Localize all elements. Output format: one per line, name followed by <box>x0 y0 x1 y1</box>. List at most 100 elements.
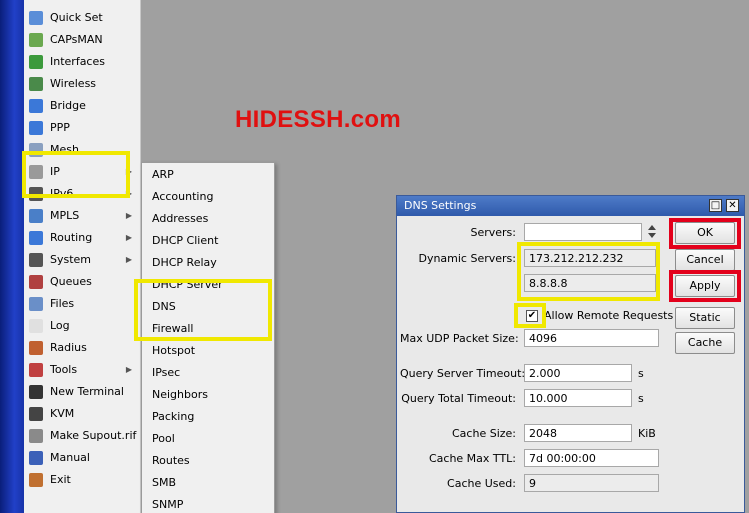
sidebar-item-label: CAPsMAN <box>50 33 103 46</box>
query-server-timeout-input[interactable]: 2.000 <box>524 364 632 382</box>
submenu-item-label: SMB <box>152 476 177 489</box>
sidebar-item-tools[interactable]: Tools ▶ <box>24 359 140 381</box>
submenu-item-label: IPsec <box>152 366 181 379</box>
submenu-item-ipsec[interactable]: IPsec <box>142 362 274 384</box>
mpls-icon <box>29 209 43 223</box>
query-total-timeout-input[interactable]: 10.000 <box>524 389 632 407</box>
restore-icon[interactable]: □ <box>709 199 722 212</box>
static-button[interactable]: Static <box>675 307 735 329</box>
spin-up-icon[interactable] <box>648 225 656 230</box>
query-server-timeout-label: Query Server Timeout: <box>400 367 526 380</box>
sidebar-item-label: Files <box>50 297 75 310</box>
ip-highlight-box <box>22 151 130 198</box>
sidebar-item-routing[interactable]: Routing ▶ <box>24 227 140 249</box>
sidebar-item-ppp[interactable]: PPP <box>24 117 140 139</box>
sidebar-item-quick-set[interactable]: Quick Set <box>24 7 140 29</box>
dialog-title-bar[interactable]: DNS Settings □ ✕ <box>397 196 744 216</box>
submenu-item-label: Pool <box>152 432 175 445</box>
main-sidebar: Quick Set CAPsMAN Interfaces Wireless Bridge… <box>24 0 141 513</box>
submenu-item-arp[interactable]: ARP <box>142 164 274 186</box>
submenu-item-label: DHCP Client <box>152 234 219 247</box>
submenu-item-label: Neighbors <box>152 388 208 401</box>
winbox-desktop: Quick Set CAPsMAN Interfaces Wireless Bridge… <box>0 0 749 513</box>
sidebar-item-label: PPP <box>50 121 70 134</box>
sidebar-item-label: KVM <box>50 407 75 420</box>
bridge-icon <box>29 99 43 113</box>
routing-icon <box>29 231 43 245</box>
supout-icon <box>29 429 43 443</box>
sidebar-item-kvm[interactable]: KVM <box>24 403 140 425</box>
submenu-item-routes[interactable]: Routes <box>142 450 274 472</box>
servers-input[interactable] <box>524 223 642 241</box>
sidebar-item-bridge[interactable]: Bridge <box>24 95 140 117</box>
ppp-icon <box>29 121 43 135</box>
sidebar-item-radius[interactable]: Radius <box>24 337 140 359</box>
sidebar-item-files[interactable]: Files <box>24 293 140 315</box>
sidebar-item-mpls[interactable]: MPLS ▶ <box>24 205 140 227</box>
sidebar-item-label: MPLS <box>50 209 80 222</box>
sidebar-item-interfaces[interactable]: Interfaces <box>24 51 140 73</box>
terminal-icon <box>29 385 43 399</box>
sidebar-item-exit[interactable]: Exit <box>24 469 140 491</box>
max-udp-input[interactable]: 4096 <box>524 329 659 347</box>
exit-icon <box>29 473 43 487</box>
submenu-item-hotspot[interactable]: Hotspot <box>142 340 274 362</box>
submenu-item-label: ARP <box>152 168 174 181</box>
queues-icon <box>29 275 43 289</box>
submenu-item-dhcp-client[interactable]: DHCP Client <box>142 230 274 252</box>
kvm-icon <box>29 407 43 421</box>
radius-icon <box>29 341 43 355</box>
submenu-arrow-icon: ▶ <box>125 233 132 242</box>
watermark-text: HIDESSH.com <box>235 106 402 133</box>
submenu-item-label: Hotspot <box>152 344 196 357</box>
sidebar-item-make-supout-rif[interactable]: Make Supout.rif <box>24 425 140 447</box>
sidebar-item-label: Bridge <box>50 99 86 112</box>
submenu-item-accounting[interactable]: Accounting <box>142 186 274 208</box>
sidebar-item-system[interactable]: System ▶ <box>24 249 140 271</box>
submenu-item-label: Routes <box>152 454 190 467</box>
sidebar-item-queues[interactable]: Queues <box>24 271 140 293</box>
cache-size-input[interactable]: 2048 <box>524 424 632 442</box>
tools-icon <box>29 363 43 377</box>
wireless-icon <box>29 77 43 91</box>
submenu-item-addresses[interactable]: Addresses <box>142 208 274 230</box>
dialog-title: DNS Settings <box>404 199 477 212</box>
sidebar-item-wireless[interactable]: Wireless <box>24 73 140 95</box>
ok-highlight-box <box>669 218 741 249</box>
submenu-item-label: Addresses <box>152 212 209 225</box>
submenu-item-neighbors[interactable]: Neighbors <box>142 384 274 406</box>
cancel-button[interactable]: Cancel <box>675 249 735 271</box>
submenu-item-packing[interactable]: Packing <box>142 406 274 428</box>
winbox-side-stripe <box>0 0 24 513</box>
submenu-item-snmp[interactable]: SNMP <box>142 494 274 513</box>
sidebar-item-manual[interactable]: Manual <box>24 447 140 469</box>
cache-button[interactable]: Cache <box>675 332 735 354</box>
dynamic-servers-label: Dynamic Servers: <box>418 252 516 265</box>
sidebar-item-log[interactable]: Log <box>24 315 140 337</box>
cache-max-ttl-label: Cache Max TTL: <box>428 452 516 465</box>
dynamic-servers-highlight-box <box>517 242 660 301</box>
submenu-arrow-icon: ▶ <box>125 365 132 374</box>
submenu-item-label: DHCP Relay <box>152 256 217 269</box>
submenu-item-smb[interactable]: SMB <box>142 472 274 494</box>
sidebar-item-label: Radius <box>50 341 87 354</box>
spin-down-icon[interactable] <box>648 233 656 238</box>
quick-set-icon <box>29 11 43 25</box>
sidebar-item-label: System <box>50 253 92 266</box>
close-icon[interactable]: ✕ <box>726 199 739 212</box>
submenu-item-label: Accounting <box>152 190 214 203</box>
seconds-unit: s <box>638 392 644 405</box>
submenu-item-dhcp-relay[interactable]: DHCP Relay <box>142 252 274 274</box>
submenu-item-label: SNMP <box>152 498 184 511</box>
cache-max-ttl-input[interactable]: 7d 00:00:00 <box>524 449 659 467</box>
sidebar-item-label: Queues <box>50 275 92 288</box>
kib-unit: KiB <box>638 427 656 440</box>
capsman-icon <box>29 33 43 47</box>
files-icon <box>29 297 43 311</box>
cache-used-label: Cache Used: <box>447 477 516 490</box>
sidebar-item-new-terminal[interactable]: New Terminal <box>24 381 140 403</box>
sidebar-item-capsman[interactable]: CAPsMAN <box>24 29 140 51</box>
sidebar-item-label: Manual <box>50 451 90 464</box>
log-icon <box>29 319 43 333</box>
submenu-item-pool[interactable]: Pool <box>142 428 274 450</box>
